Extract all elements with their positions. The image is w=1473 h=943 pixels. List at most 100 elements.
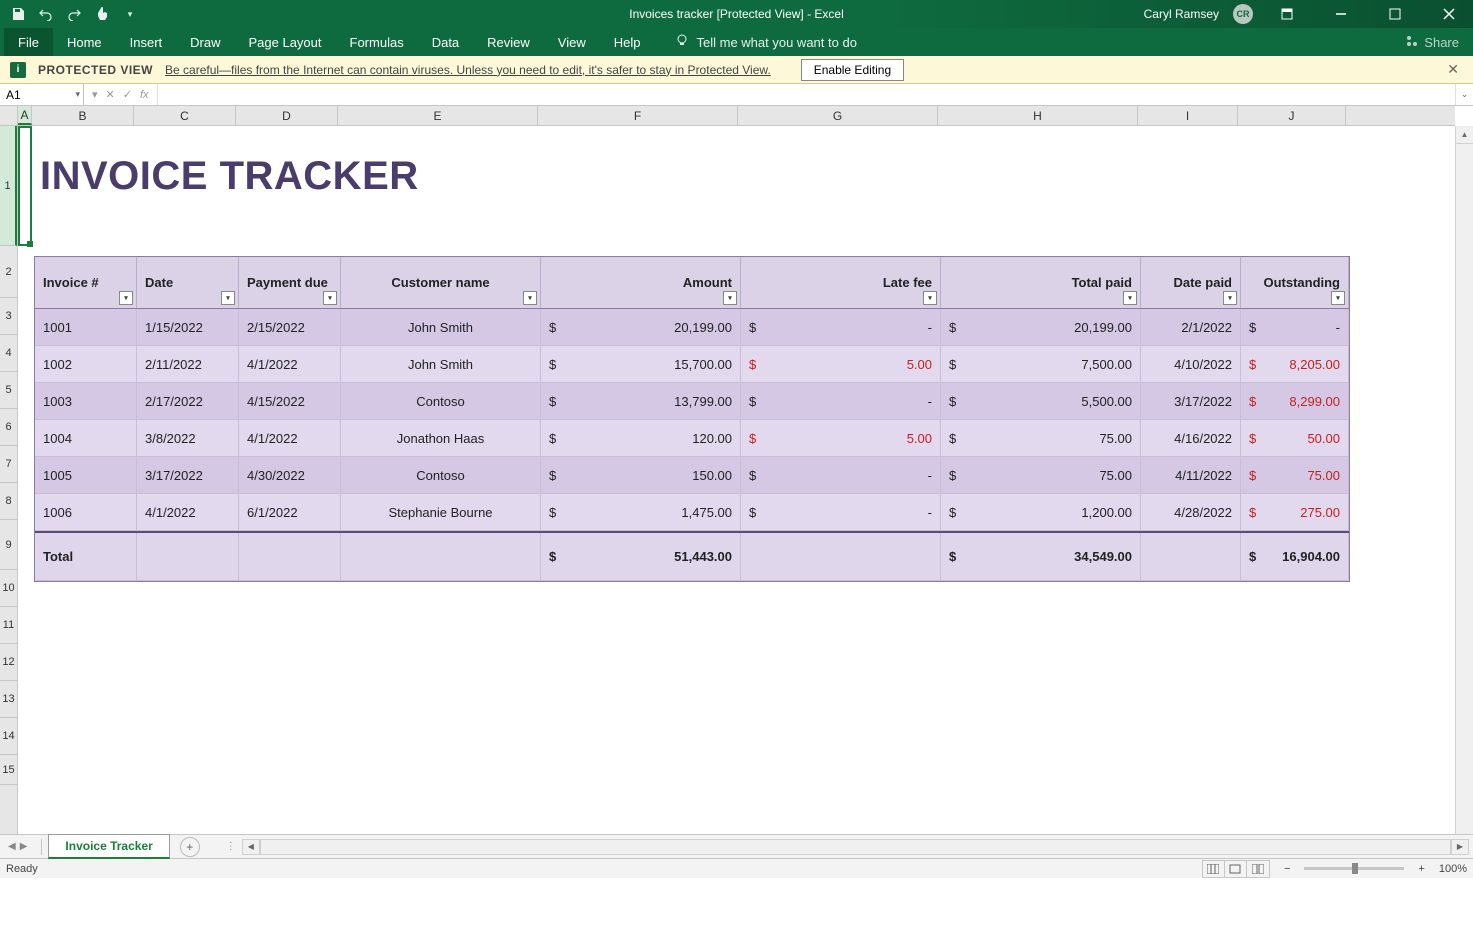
normal-view-icon[interactable] (1203, 861, 1225, 877)
row-header-12[interactable]: 12 (0, 644, 17, 681)
col-header-G[interactable]: G (738, 106, 938, 125)
cell-date[interactable]: 4/1/2022 (137, 494, 239, 531)
ribbon-tab-page-layout[interactable]: Page Layout (235, 28, 336, 56)
cell-payment-due[interactable]: 2/15/2022 (239, 309, 341, 346)
cell-late-fee[interactable]: $5.00 (741, 346, 941, 383)
cell-outstanding[interactable]: $- (1241, 309, 1349, 346)
cell-total-paid[interactable]: $7,500.00 (941, 346, 1141, 383)
cancel-formula-icon[interactable]: ✕ (106, 88, 115, 101)
cell-invoice[interactable]: 1004 (35, 420, 137, 457)
scroll-up-icon[interactable]: ▲ (1456, 126, 1473, 144)
filter-button[interactable]: ▾ (221, 291, 235, 305)
undo-icon[interactable] (38, 6, 54, 22)
cell-amount[interactable]: $150.00 (541, 457, 741, 494)
row-header-3[interactable]: 3 (0, 298, 17, 335)
row-header-13[interactable]: 13 (0, 681, 17, 718)
enter-formula-icon[interactable]: ✓ (123, 88, 132, 101)
row-header-5[interactable]: 5 (0, 372, 17, 409)
ribbon-tab-draw[interactable]: Draw (176, 28, 234, 56)
cell-amount[interactable]: $1,475.00 (541, 494, 741, 531)
ribbon-tab-view[interactable]: View (544, 28, 600, 56)
cells-area[interactable]: INVOICE TRACKER Invoice #▾Date▾Payment d… (18, 126, 1455, 834)
cell-total-paid[interactable]: $5,500.00 (941, 383, 1141, 420)
cell-date-paid[interactable]: 3/17/2022 (1141, 383, 1241, 420)
cell-date-paid[interactable]: 4/11/2022 (1141, 457, 1241, 494)
col-header-E[interactable]: E (338, 106, 538, 125)
cell-payment-due[interactable]: 4/1/2022 (239, 420, 341, 457)
cell-outstanding[interactable]: $8,299.00 (1241, 383, 1349, 420)
ribbon-tab-review[interactable]: Review (473, 28, 544, 56)
name-box[interactable]: A1 ▾ (0, 84, 84, 105)
row-header-4[interactable]: 4 (0, 335, 17, 372)
scroll-left-icon[interactable]: ◀ (242, 839, 260, 855)
cell-date-paid[interactable]: 4/10/2022 (1141, 346, 1241, 383)
cell-invoice[interactable]: 1002 (35, 346, 137, 383)
col-header-A[interactable]: A (18, 106, 32, 125)
page-layout-view-icon[interactable] (1225, 861, 1247, 877)
cell-customer[interactable]: John Smith (341, 309, 541, 346)
ribbon-tab-home[interactable]: Home (53, 28, 116, 56)
filter-button[interactable]: ▾ (523, 291, 537, 305)
cell-customer[interactable]: Stephanie Bourne (341, 494, 541, 531)
protected-view-close-icon[interactable]: ✕ (1443, 61, 1463, 78)
row-header-6[interactable]: 6 (0, 409, 17, 446)
formula-dropdown-icon[interactable]: ▾ (92, 88, 98, 101)
cell-total-paid[interactable]: $75.00 (941, 457, 1141, 494)
select-all-corner[interactable] (0, 106, 18, 126)
filter-button[interactable]: ▾ (923, 291, 937, 305)
filter-button[interactable]: ▾ (1331, 291, 1345, 305)
touch-mode-icon[interactable] (94, 6, 110, 22)
row-header-15[interactable]: 15 (0, 755, 17, 785)
cell-date[interactable]: 3/17/2022 (137, 457, 239, 494)
cell-amount[interactable]: $13,799.00 (541, 383, 741, 420)
row-header-1[interactable]: 1 (0, 126, 17, 246)
cell-amount[interactable]: $15,700.00 (541, 346, 741, 383)
close-button[interactable] (1429, 0, 1469, 28)
cell-customer[interactable]: John Smith (341, 346, 541, 383)
cell-outstanding[interactable]: $50.00 (1241, 420, 1349, 457)
cell-customer[interactable]: Contoso (341, 383, 541, 420)
cell-payment-due[interactable]: 6/1/2022 (239, 494, 341, 531)
cell-outstanding[interactable]: $75.00 (1241, 457, 1349, 494)
ribbon-tab-insert[interactable]: Insert (116, 28, 177, 56)
qat-customize-icon[interactable]: ▾ (122, 6, 138, 22)
cell-date-paid[interactable]: 2/1/2022 (1141, 309, 1241, 346)
horizontal-scrollbar[interactable]: ⋮ ◀ ▶ (220, 839, 1473, 855)
cell-payment-due[interactable]: 4/15/2022 (239, 383, 341, 420)
ribbon-tab-formulas[interactable]: Formulas (336, 28, 418, 56)
insert-function-icon[interactable]: fx (140, 89, 149, 101)
formula-bar-expand-icon[interactable]: ⌄ (1455, 84, 1473, 105)
cell-payment-due[interactable]: 4/1/2022 (239, 346, 341, 383)
sheet-tab-active[interactable]: Invoice Tracker (48, 834, 169, 859)
cell-total-paid[interactable]: $20,199.00 (941, 309, 1141, 346)
filter-button[interactable]: ▾ (1123, 291, 1137, 305)
ribbon-tab-data[interactable]: Data (418, 28, 473, 56)
zoom-level[interactable]: 100% (1439, 863, 1467, 875)
ribbon-tab-help[interactable]: Help (600, 28, 655, 56)
share-button[interactable]: Share (1406, 28, 1473, 56)
row-header-8[interactable]: 8 (0, 483, 17, 520)
ribbon-tab-file[interactable]: File (4, 28, 53, 56)
cell-late-fee[interactable]: $5.00 (741, 420, 941, 457)
row-header-11[interactable]: 11 (0, 607, 17, 644)
cell-total-paid[interactable]: $75.00 (941, 420, 1141, 457)
cell-invoice[interactable]: 1001 (35, 309, 137, 346)
col-header-F[interactable]: F (538, 106, 738, 125)
filter-button[interactable]: ▾ (1223, 291, 1237, 305)
cell-invoice[interactable]: 1006 (35, 494, 137, 531)
hscroll-track[interactable] (260, 839, 1451, 855)
cell-late-fee[interactable]: $- (741, 494, 941, 531)
formula-input[interactable] (158, 84, 1455, 105)
cell-customer[interactable]: Contoso (341, 457, 541, 494)
row-header-9[interactable]: 9 (0, 520, 17, 570)
ribbon-display-options-icon[interactable] (1267, 0, 1307, 28)
cell-date-paid[interactable]: 4/28/2022 (1141, 494, 1241, 531)
col-header-D[interactable]: D (236, 106, 338, 125)
cell-payment-due[interactable]: 4/30/2022 (239, 457, 341, 494)
zoom-in-button[interactable]: + (1414, 863, 1428, 875)
new-sheet-button[interactable]: + (180, 837, 200, 857)
tell-me-search[interactable]: Tell me what you want to do (675, 28, 857, 56)
enable-editing-button[interactable]: Enable Editing (801, 59, 904, 81)
cell-total-paid[interactable]: $1,200.00 (941, 494, 1141, 531)
filter-button[interactable]: ▾ (119, 291, 133, 305)
